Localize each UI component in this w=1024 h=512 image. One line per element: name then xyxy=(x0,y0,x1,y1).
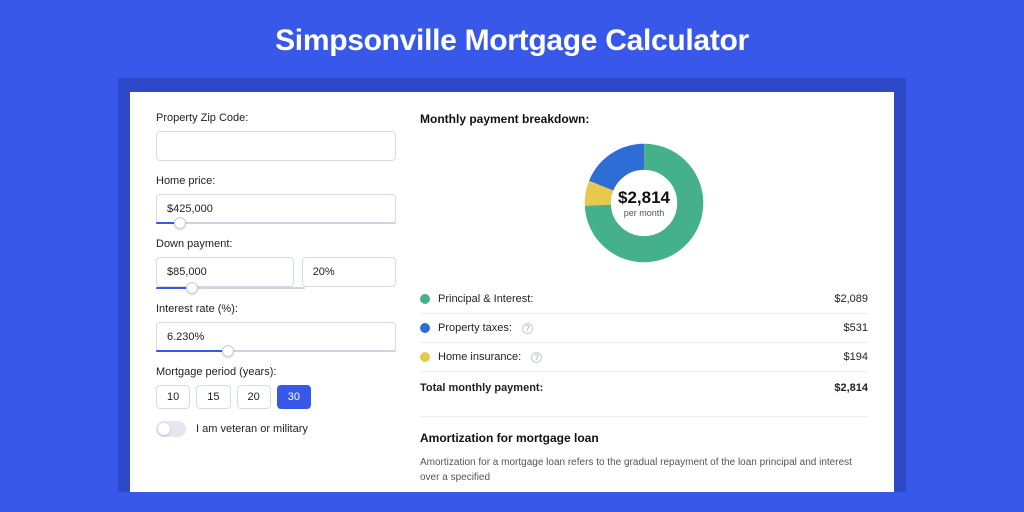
home-price-label: Home price: xyxy=(156,175,396,187)
legend-row: Home insurance:? $194 xyxy=(420,342,868,371)
veteran-toggle[interactable] xyxy=(156,421,186,437)
home-price-slider[interactable] xyxy=(156,222,396,224)
zip-input[interactable] xyxy=(156,131,396,161)
home-price-input[interactable] xyxy=(156,194,396,224)
period-label: Mortgage period (years): xyxy=(156,366,396,378)
interest-slider-thumb[interactable] xyxy=(222,345,234,357)
help-icon[interactable]: ? xyxy=(531,352,542,363)
legend: Principal & Interest: $2,089 Property taxe… xyxy=(420,284,868,371)
field-down-payment: Down payment: xyxy=(156,238,396,289)
field-period: Mortgage period (years): 1015 2030 xyxy=(156,366,396,409)
help-icon[interactable]: ? xyxy=(522,323,533,334)
amort-title: Amortization for mortgage loan xyxy=(420,431,868,445)
period-btn-10[interactable]: 10 xyxy=(156,385,190,409)
veteran-row: I am veteran or military xyxy=(156,421,396,437)
down-payment-slider[interactable] xyxy=(156,287,305,289)
legend-dot-icon xyxy=(420,352,430,362)
app-card: Property Zip Code: Home price: Down paym… xyxy=(130,92,894,492)
period-btn-15[interactable]: 15 xyxy=(196,385,230,409)
donut-chart: $2,814 per month xyxy=(583,142,705,264)
donut-center: $2,814 per month xyxy=(583,142,705,264)
period-btn-30[interactable]: 30 xyxy=(277,385,311,409)
interest-slider-fill xyxy=(156,350,228,352)
interest-slider[interactable] xyxy=(156,350,396,352)
legend-row: Property taxes:? $531 xyxy=(420,313,868,342)
legend-name: Principal & Interest: xyxy=(438,293,533,305)
legend-dot-icon xyxy=(420,294,430,304)
home-price-slider-thumb[interactable] xyxy=(174,217,186,229)
veteran-label: I am veteran or military xyxy=(196,423,308,435)
legend-dot-icon xyxy=(420,323,430,333)
legend-row: Principal & Interest: $2,089 xyxy=(420,284,868,313)
legend-value: $531 xyxy=(844,322,868,334)
app-card-wrap: Property Zip Code: Home price: Down paym… xyxy=(118,78,906,492)
interest-label: Interest rate (%): xyxy=(156,303,396,315)
amort-text: Amortization for a mortgage loan refers … xyxy=(420,455,868,485)
down-payment-label: Down payment: xyxy=(156,238,396,250)
legend-total: Total monthly payment: $2,814 xyxy=(420,371,868,402)
field-home-price: Home price: xyxy=(156,175,396,224)
down-payment-slider-thumb[interactable] xyxy=(186,282,198,294)
inputs-column: Property Zip Code: Home price: Down paym… xyxy=(156,112,396,492)
period-btn-20[interactable]: 20 xyxy=(237,385,271,409)
period-options: 1015 2030 xyxy=(156,385,396,409)
page-title: Simpsonville Mortgage Calculator xyxy=(0,0,1024,78)
donut-sub: per month xyxy=(624,208,665,218)
breakdown-title: Monthly payment breakdown: xyxy=(420,112,868,126)
legend-value: $194 xyxy=(844,351,868,363)
field-zip: Property Zip Code: xyxy=(156,112,396,161)
amortization-section: Amortization for mortgage loan Amortizat… xyxy=(420,416,868,485)
field-interest: Interest rate (%): xyxy=(156,303,396,352)
breakdown-column: Monthly payment breakdown: $2,814 per mo… xyxy=(420,112,868,492)
down-payment-input[interactable] xyxy=(156,257,294,287)
total-label: Total monthly payment: xyxy=(420,382,543,394)
down-payment-pct-input[interactable] xyxy=(302,257,396,287)
total-value: $2,814 xyxy=(834,382,868,394)
legend-name: Home insurance: xyxy=(438,351,521,363)
legend-name: Property taxes: xyxy=(438,322,512,334)
interest-input[interactable] xyxy=(156,322,396,352)
donut-amount: $2,814 xyxy=(618,188,670,208)
legend-value: $2,089 xyxy=(834,293,868,305)
zip-label: Property Zip Code: xyxy=(156,112,396,124)
